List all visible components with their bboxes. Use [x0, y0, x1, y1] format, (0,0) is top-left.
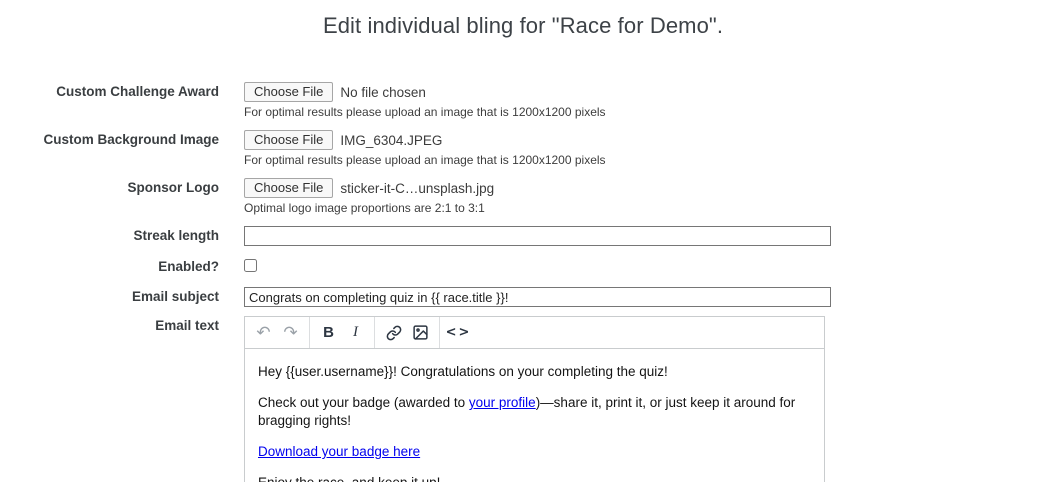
- editor-paragraph: Hey {{user.username}}! Congratulations o…: [258, 363, 811, 381]
- page-title: Edit individual bling for "Race for Demo…: [322, 13, 724, 38]
- bold-button[interactable]: B: [315, 321, 342, 345]
- code-view-button[interactable]: <>: [445, 321, 472, 345]
- italic-button[interactable]: I: [342, 321, 369, 345]
- field-row-sponsor-logo: Sponsor Logo Choose File sticker-it-C…un…: [0, 178, 1046, 215]
- file-status-background-image: IMG_6304.JPEG: [340, 132, 443, 148]
- editor-paragraph: Download your badge here: [258, 443, 811, 461]
- email-text-editor: ↶ ↷ B I <> Hey {{user.username}}! Congra…: [244, 316, 825, 482]
- choose-file-button-sponsor-logo[interactable]: Choose File: [244, 178, 334, 198]
- streak-length-label: Streak length: [133, 228, 219, 243]
- streak-length-control: [244, 226, 844, 246]
- bling-form: Custom Challenge Award Choose File No fi…: [0, 82, 1046, 482]
- streak-length-input[interactable]: [244, 226, 831, 246]
- editor-content[interactable]: Hey {{user.username}}! Congratulations o…: [245, 349, 824, 482]
- image-icon: [413, 325, 428, 340]
- your-profile-link[interactable]: your profile: [469, 395, 536, 410]
- bold-icon: B: [323, 324, 334, 341]
- undo-button[interactable]: ↶: [250, 321, 277, 345]
- field-row-streak-length: Streak length: [0, 226, 1046, 246]
- badge-text-before-link: Check out your badge (awarded to: [258, 395, 469, 410]
- choose-file-button-challenge-award[interactable]: Choose File: [244, 82, 334, 102]
- file-line: Choose File IMG_6304.JPEG: [244, 130, 844, 150]
- file-status-challenge-award: No file chosen: [340, 84, 426, 100]
- link-button[interactable]: [380, 321, 407, 345]
- editor-paragraph: Check out your badge (awarded to your pr…: [258, 394, 811, 430]
- image-button[interactable]: [407, 321, 434, 345]
- greeting-text: Hey {{user.username}}! Congratulations o…: [258, 364, 668, 379]
- toolbar-group-insert: [375, 317, 440, 348]
- redo-button[interactable]: ↷: [277, 321, 304, 345]
- custom-challenge-award-label: Custom Challenge Award: [56, 84, 219, 99]
- email-text-label: Email text: [155, 318, 219, 333]
- email-subject-input[interactable]: [244, 287, 831, 307]
- choose-file-button-background-image[interactable]: Choose File: [244, 130, 334, 150]
- enabled-checkbox[interactable]: [244, 259, 257, 272]
- toolbar-group-history: ↶ ↷: [245, 317, 310, 348]
- enabled-label: Enabled?: [158, 259, 219, 274]
- download-badge-link[interactable]: Download your badge here: [258, 444, 420, 459]
- custom-challenge-award-control: Choose File No file chosen For optimal r…: [244, 82, 844, 119]
- field-row-email-subject: Email subject: [0, 287, 1046, 307]
- italic-icon: I: [353, 324, 358, 340]
- closing-text: Enjoy the race, and keep it up!: [258, 475, 440, 482]
- custom-background-image-control: Choose File IMG_6304.JPEG For optimal re…: [244, 130, 844, 167]
- redo-icon: ↷: [283, 323, 298, 342]
- helper-text-background-image: For optimal results please upload an ima…: [244, 153, 606, 167]
- link-icon: [386, 325, 401, 340]
- email-subject-label: Email subject: [131, 289, 219, 304]
- file-status-sponsor-logo: sticker-it-C…unsplash.jpg: [340, 180, 495, 196]
- code-icon: <>: [445, 325, 472, 340]
- email-subject-control: [244, 287, 844, 307]
- toolbar-group-format: B I: [310, 317, 375, 348]
- field-row-custom-background-image: Custom Background Image Choose File IMG_…: [0, 130, 1046, 167]
- sponsor-logo-label: Sponsor Logo: [127, 180, 220, 195]
- field-row-custom-challenge-award: Custom Challenge Award Choose File No fi…: [0, 82, 1046, 119]
- field-row-email-text: Email text ↶ ↷ B I <> Hey {{user.usernam…: [0, 316, 1046, 482]
- editor-toolbar: ↶ ↷ B I <>: [245, 317, 824, 349]
- toolbar-group-code: <>: [440, 317, 477, 348]
- file-line: Choose File sticker-it-C…unsplash.jpg: [244, 178, 844, 198]
- helper-text-sponsor-logo: Optimal logo image proportions are 2:1 t…: [244, 201, 485, 215]
- editor-paragraph: Enjoy the race, and keep it up!: [258, 474, 811, 482]
- undo-icon: ↶: [256, 323, 271, 342]
- custom-background-image-label: Custom Background Image: [43, 132, 219, 147]
- helper-text-challenge-award: For optimal results please upload an ima…: [244, 105, 606, 119]
- sponsor-logo-control: Choose File sticker-it-C…unsplash.jpg Op…: [244, 178, 844, 215]
- field-row-enabled: Enabled?: [0, 257, 1046, 277]
- file-line: Choose File No file chosen: [244, 82, 844, 102]
- enabled-control: [244, 257, 844, 277]
